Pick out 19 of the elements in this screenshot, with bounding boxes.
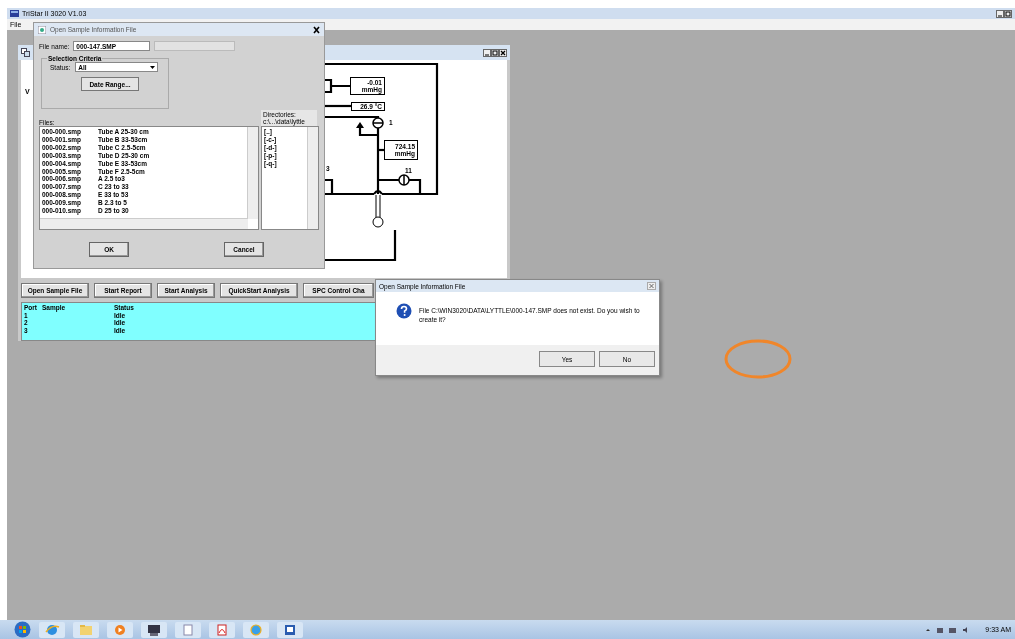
dialog-icon [38, 25, 46, 34]
close-icon[interactable] [312, 25, 321, 34]
media-player-icon[interactable] [107, 621, 133, 638]
window-icon [21, 48, 30, 57]
application-icon[interactable] [141, 621, 167, 638]
pdf-icon[interactable] [209, 621, 235, 638]
scrollbar[interactable] [307, 127, 318, 229]
window-app-icon[interactable] [277, 621, 303, 638]
browser-icon[interactable] [39, 621, 65, 638]
dropdown-arrow-icon [150, 65, 156, 69]
question-icon [396, 303, 412, 319]
scrollbar[interactable] [40, 218, 248, 229]
app-icon [10, 10, 19, 17]
document-icon[interactable] [175, 621, 201, 638]
files-list[interactable] [39, 126, 259, 230]
start-button-icon[interactable] [14, 621, 31, 638]
scrollbar[interactable] [247, 127, 258, 219]
browser-icon[interactable] [243, 621, 269, 638]
highlight-ellipse [724, 339, 792, 379]
